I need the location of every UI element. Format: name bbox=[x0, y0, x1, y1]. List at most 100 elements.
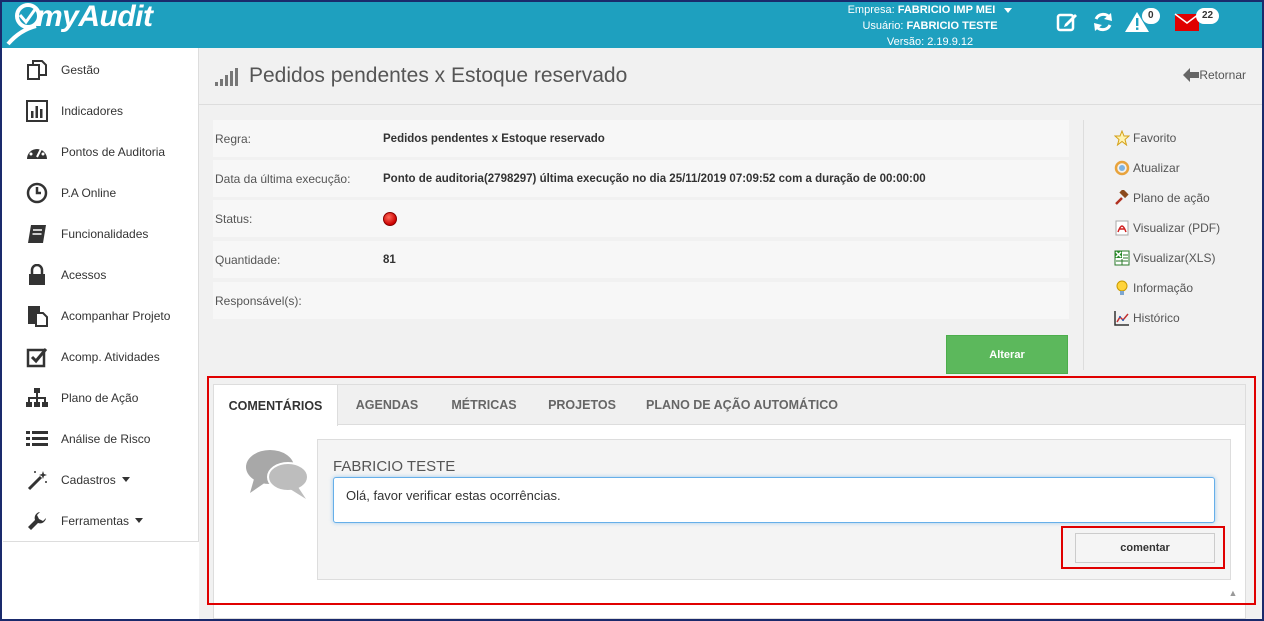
action-label: Histórico bbox=[1133, 311, 1180, 325]
clock-icon bbox=[25, 181, 49, 205]
action-label: Visualizar(XLS) bbox=[1133, 251, 1216, 265]
main-content: Pedidos pendentes x Estoque reservado Re… bbox=[199, 48, 1262, 619]
lock-icon bbox=[25, 263, 49, 287]
sidebar-item-label: Funcionalidades bbox=[61, 226, 149, 241]
sidebar-item-gestao[interactable]: Gestão bbox=[3, 49, 199, 90]
book-icon bbox=[25, 222, 49, 246]
sidebar-item-label: Indicadores bbox=[61, 103, 124, 118]
highlight-annotation bbox=[207, 376, 1256, 605]
pdf-icon bbox=[1114, 220, 1130, 236]
status-indicator bbox=[383, 211, 397, 226]
dashboard-icon bbox=[25, 140, 49, 164]
execucao-value: Ponto de auditoria(2798297) última execu… bbox=[383, 172, 926, 185]
history-chart-icon bbox=[1114, 310, 1130, 326]
action-label: Favorito bbox=[1133, 131, 1177, 145]
empresa-label: Empresa: bbox=[847, 4, 895, 16]
messages-badge: 22 bbox=[1196, 8, 1220, 24]
action-visualizar-pdf[interactable]: Visualizar (PDF) bbox=[1114, 218, 1220, 238]
sidebar-item-label: Gestão bbox=[61, 62, 100, 77]
execucao-label: Data da última execução: bbox=[215, 171, 351, 186]
alerts-badge: 0 bbox=[1142, 8, 1160, 24]
quantidade-label: Quantidade: bbox=[215, 252, 281, 267]
sidebar-item-pa-online[interactable]: P.A Online bbox=[3, 172, 199, 213]
page-title: Pedidos pendentes x Estoque reservado bbox=[249, 64, 628, 87]
sidebar: Gestão Indicadores Pontos de Auditoria P… bbox=[3, 48, 199, 542]
excel-icon bbox=[1114, 250, 1130, 266]
magic-wand-icon bbox=[25, 468, 49, 492]
chevron-down-icon bbox=[135, 518, 144, 523]
top-header: myAudit Empresa: FABRICIO IMP MEI Usuári… bbox=[0, 0, 1264, 48]
usuario-value: FABRICIO TESTE bbox=[906, 20, 998, 32]
sidebar-item-indicadores[interactable]: Indicadores bbox=[3, 90, 199, 131]
regra-label: Regra: bbox=[215, 131, 252, 146]
sidebar-item-label: Acompanhar Projeto bbox=[61, 308, 171, 323]
lightbulb-icon bbox=[1114, 280, 1130, 296]
sidebar-item-cadastros[interactable]: Cadastros bbox=[3, 459, 199, 500]
empresa-dropdown-icon[interactable] bbox=[1004, 7, 1013, 13]
action-atualizar[interactable]: Atualizar bbox=[1114, 158, 1180, 178]
project-icon bbox=[25, 304, 49, 328]
sidebar-item-label: Ferramentas bbox=[61, 513, 130, 528]
action-historico[interactable]: Histórico bbox=[1114, 308, 1180, 328]
signal-bars-icon bbox=[215, 68, 238, 86]
action-label: Visualizar (PDF) bbox=[1133, 221, 1221, 235]
regra-value: Pedidos pendentes x Estoque reservado bbox=[383, 132, 605, 145]
chevron-down-icon bbox=[121, 477, 130, 482]
back-label: Retornar bbox=[1199, 68, 1246, 82]
sidebar-item-label: Pontos de Auditoria bbox=[61, 144, 166, 159]
action-informacao[interactable]: Informação bbox=[1114, 278, 1193, 298]
empresa-value[interactable]: FABRICIO IMP MEI bbox=[898, 4, 996, 16]
sidebar-item-label: Acessos bbox=[61, 267, 107, 282]
sidebar-item-label: Análise de Risco bbox=[61, 431, 151, 446]
action-label: Plano de ação bbox=[1133, 191, 1210, 205]
versao-label: Versão: bbox=[886, 36, 925, 48]
info-row-quantidade: Quantidade: 81 bbox=[213, 241, 1069, 278]
action-favorito[interactable]: Favorito bbox=[1114, 128, 1176, 148]
wrench-icon bbox=[25, 509, 49, 533]
sidebar-item-acessos[interactable]: Acessos bbox=[3, 254, 199, 295]
sitemap-icon bbox=[25, 386, 49, 410]
status-label: Status: bbox=[215, 211, 253, 226]
alterar-button[interactable]: Alterar bbox=[946, 335, 1068, 374]
checkbox-icon bbox=[25, 345, 49, 369]
sidebar-item-label: Acomp. Atividades bbox=[61, 349, 160, 364]
quantidade-value: 81 bbox=[383, 253, 396, 266]
sidebar-item-acompanhar-projeto[interactable]: Acompanhar Projeto bbox=[3, 295, 199, 336]
action-label: Informação bbox=[1133, 281, 1194, 295]
back-link[interactable]: Retornar bbox=[1183, 68, 1246, 82]
sidebar-item-analise-risco[interactable]: Análise de Risco bbox=[3, 418, 199, 459]
sidebar-item-label: Cadastros bbox=[61, 472, 116, 487]
star-icon bbox=[1114, 130, 1130, 146]
versao-value: 2.19.9.12 bbox=[927, 36, 974, 48]
sidebar-item-label: P.A Online bbox=[61, 185, 117, 200]
sidebar-item-ferramentas[interactable]: Ferramentas bbox=[3, 500, 199, 541]
arrow-left-icon bbox=[1183, 68, 1200, 82]
sidebar-item-pontos-auditoria[interactable]: Pontos de Auditoria bbox=[3, 131, 199, 172]
info-row-execucao: Data da última execução: Ponto de audito… bbox=[213, 160, 1069, 197]
action-label: Atualizar bbox=[1133, 161, 1180, 175]
sidebar-item-label: Plano de Ação bbox=[61, 390, 139, 405]
sidebar-item-plano-acao[interactable]: Plano de Ação bbox=[3, 377, 199, 418]
edit-icon[interactable] bbox=[1054, 10, 1080, 36]
info-row-regra: Regra: Pedidos pendentes x Estoque reser… bbox=[213, 120, 1069, 157]
info-row-status: Status: bbox=[213, 200, 1069, 237]
responsavel-label: Responsável(s): bbox=[215, 293, 302, 308]
bar-chart-icon bbox=[25, 99, 49, 123]
logo-text: myAudit bbox=[36, 0, 153, 33]
info-row-responsavel: Responsável(s): bbox=[213, 282, 1069, 319]
divider bbox=[1083, 120, 1084, 370]
user-info: Empresa: FABRICIO IMP MEI Usuário: FABRI… bbox=[820, 2, 1040, 50]
list-icon bbox=[25, 427, 49, 451]
sidebar-item-acomp-atividades[interactable]: Acomp. Atividades bbox=[3, 336, 199, 377]
highlight-annotation-button bbox=[1061, 526, 1225, 569]
action-plano-acao[interactable]: Plano de ação bbox=[1114, 188, 1210, 208]
gavel-icon bbox=[1114, 190, 1130, 206]
sidebar-item-funcionalidades[interactable]: Funcionalidades bbox=[3, 213, 199, 254]
page-header: Pedidos pendentes x Estoque reservado Re… bbox=[199, 48, 1262, 105]
action-visualizar-xls[interactable]: Visualizar(XLS) bbox=[1114, 248, 1215, 268]
logo[interactable]: myAudit bbox=[6, 0, 206, 48]
refresh-icon[interactable] bbox=[1090, 10, 1116, 36]
refresh-icon bbox=[1114, 160, 1130, 176]
copy-icon bbox=[25, 58, 49, 82]
usuario-label: Usuário: bbox=[862, 20, 904, 32]
